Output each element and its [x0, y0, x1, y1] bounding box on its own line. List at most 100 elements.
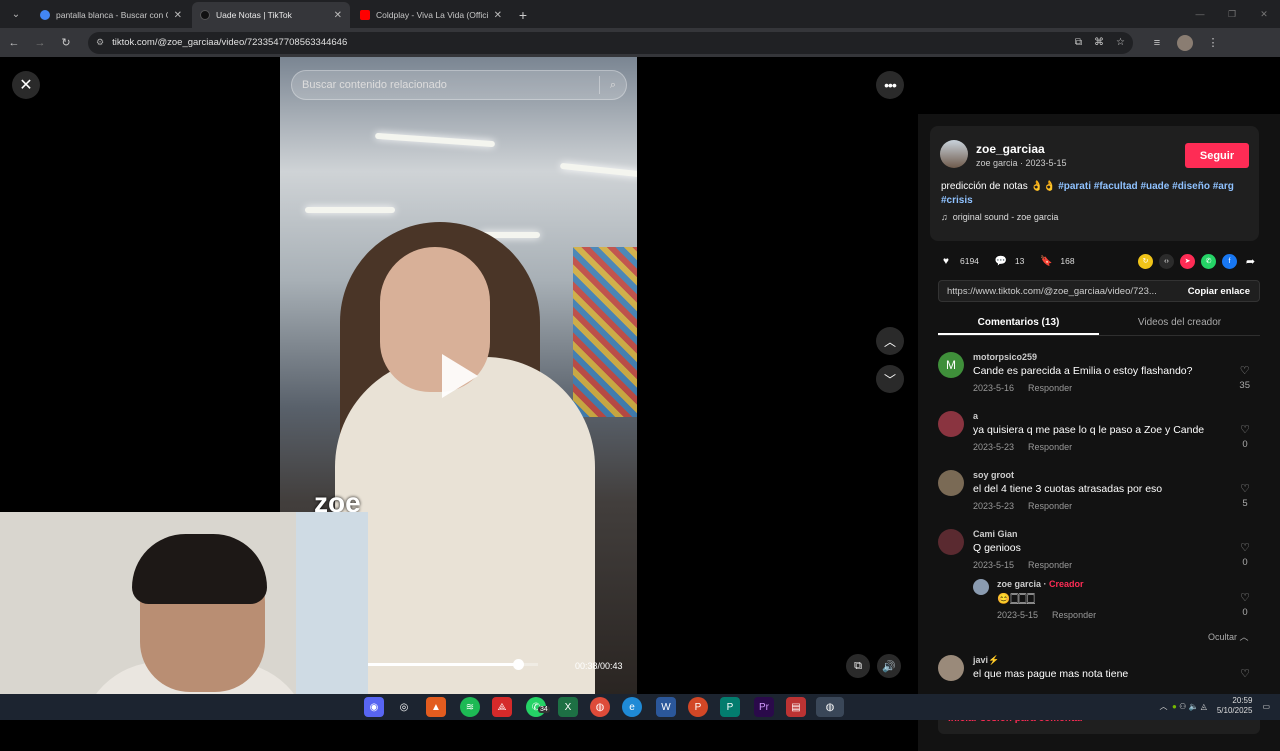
network-icon[interactable]: ⚇: [1179, 702, 1186, 711]
comment-like[interactable]: ♡ 0: [1240, 541, 1250, 568]
commenter-avatar[interactable]: M: [938, 352, 964, 378]
tab-comments[interactable]: Comentarios (13): [938, 312, 1099, 335]
previous-video-icon[interactable]: ︿: [876, 327, 904, 355]
share-arrow-icon[interactable]: ➦: [1243, 254, 1258, 269]
embed-icon[interactable]: ‹›: [1159, 253, 1174, 269]
reply-button[interactable]: Responder: [1028, 383, 1072, 393]
send-icon[interactable]: ➤: [1180, 253, 1195, 269]
copy-link-button[interactable]: Copiar enlace: [1179, 286, 1259, 297]
hashtag[interactable]: #diseño: [1172, 181, 1210, 192]
edge-icon[interactable]: e: [622, 697, 642, 717]
tab-search-icon[interactable]: ⌄: [4, 2, 28, 26]
repost-icon[interactable]: ↻: [1138, 253, 1153, 269]
more-options-icon[interactable]: •••: [876, 71, 904, 99]
bookmark-star-icon[interactable]: ☆: [1116, 37, 1125, 48]
nvidia-icon[interactable]: ●: [1172, 702, 1177, 711]
clock[interactable]: 20:59 5/10/2025: [1217, 696, 1253, 716]
acrobat-icon[interactable]: ⟁: [492, 697, 512, 717]
reply-button[interactable]: Responder: [1052, 610, 1096, 620]
commenter-name[interactable]: a: [973, 411, 978, 421]
close-icon[interactable]: ✕: [12, 71, 40, 99]
comment-like[interactable]: ♡: [1240, 667, 1250, 680]
tab-close-icon[interactable]: ✕: [334, 10, 342, 21]
restore-icon[interactable]: ❐: [1216, 0, 1248, 28]
discord-icon[interactable]: ◉: [364, 697, 384, 717]
reply-author[interactable]: zoe garcia · Creador: [997, 579, 1084, 589]
whatsapp-icon[interactable]: ✆: [1201, 253, 1216, 269]
browser-tab[interactable]: pantalla blanca - Buscar con Go ✕: [32, 2, 190, 28]
tab-close-icon[interactable]: ✕: [494, 10, 502, 21]
obs-icon[interactable]: ◎: [394, 697, 414, 717]
commenter-avatar[interactable]: [938, 655, 964, 681]
floating-player-icon[interactable]: ⧉: [846, 654, 870, 678]
app-icon[interactable]: ▤: [786, 697, 806, 717]
commenter-name[interactable]: soy groot: [973, 470, 1014, 480]
progress-handle[interactable]: [512, 659, 524, 670]
play-icon[interactable]: [442, 354, 478, 398]
commenter-avatar[interactable]: [938, 411, 964, 437]
forward-icon[interactable]: →: [28, 31, 52, 55]
chrome-icon[interactable]: ◍: [590, 697, 610, 717]
hashtag[interactable]: #arg: [1213, 181, 1234, 192]
related-search-input[interactable]: Buscar contenido relacionado ⌕: [291, 70, 627, 100]
translate-icon[interactable]: ⌘: [1094, 37, 1104, 48]
powerpoint-icon[interactable]: P: [688, 697, 708, 717]
excel-icon[interactable]: X: [558, 697, 578, 717]
hashtag[interactable]: #crisis: [941, 195, 973, 206]
install-app-icon[interactable]: ⧉: [1075, 37, 1082, 48]
hide-replies-button[interactable]: Ocultar ︿: [1208, 630, 1249, 643]
close-window-icon[interactable]: ✕: [1248, 0, 1280, 28]
facebook-icon[interactable]: f: [1222, 253, 1237, 269]
browser-tab-active[interactable]: Uade Notas | TikTok ✕: [192, 2, 350, 28]
menu-icon[interactable]: ⋮: [1201, 31, 1225, 55]
hashtag[interactable]: #parati: [1058, 181, 1091, 192]
video-progress-bar[interactable]: [368, 659, 538, 670]
commenter-avatar[interactable]: [938, 470, 964, 496]
save-action[interactable]: 🔖 168: [1038, 253, 1074, 269]
tab-close-icon[interactable]: ✕: [174, 10, 182, 21]
comment-action[interactable]: 💬 13: [993, 253, 1025, 269]
author-username[interactable]: zoe_garciaa: [976, 142, 1045, 156]
spotify-icon[interactable]: ≋: [460, 697, 480, 717]
brave-icon[interactable]: ▲: [426, 697, 446, 717]
word-icon[interactable]: W: [656, 697, 676, 717]
search-icon[interactable]: ⌕: [610, 79, 616, 92]
comment-like[interactable]: ♡ 35: [1239, 364, 1250, 391]
new-tab-button[interactable]: +: [512, 7, 534, 23]
volume-icon[interactable]: 🔊: [877, 654, 901, 678]
publisher-icon[interactable]: P: [720, 697, 740, 717]
notifications-icon[interactable]: ▭: [1262, 702, 1270, 711]
hashtag[interactable]: #uade: [1140, 181, 1169, 192]
next-video-icon[interactable]: ﹀: [876, 365, 904, 393]
reply-like[interactable]: ♡ 0: [1240, 591, 1250, 618]
site-info-icon[interactable]: ⚙: [96, 37, 104, 48]
like-action[interactable]: ♥ 6194: [938, 253, 979, 269]
back-icon[interactable]: ←: [2, 31, 26, 55]
commenter-avatar[interactable]: [938, 529, 964, 555]
hashtag[interactable]: #facultad: [1094, 181, 1138, 192]
wifi-icon[interactable]: ◬: [1201, 702, 1207, 711]
commenter-name[interactable]: Cami Gian: [973, 529, 1018, 539]
comment-like[interactable]: ♡ 0: [1240, 423, 1250, 450]
volume-tray-icon[interactable]: 🔈: [1188, 702, 1198, 711]
media-controls-icon[interactable]: ≡: [1145, 31, 1169, 55]
profile-avatar[interactable]: [1173, 31, 1197, 55]
chrome-active-icon[interactable]: ◍: [816, 697, 844, 717]
minimize-icon[interactable]: —: [1184, 0, 1216, 28]
reply-button[interactable]: Responder: [1028, 501, 1072, 511]
sound-link[interactable]: ♫ original sound - zoe garcia: [941, 212, 1058, 222]
premiere-icon[interactable]: Pr: [754, 697, 774, 717]
address-bar[interactable]: ⚙ tiktok.com/@zoe_garciaa/video/72335477…: [88, 31, 1133, 54]
share-link[interactable]: https://www.tiktok.com/@zoe_garciaa/vide…: [939, 286, 1179, 297]
creator-avatar[interactable]: [973, 579, 989, 595]
commenter-name[interactable]: javi⚡: [973, 655, 999, 666]
tab-creator-videos[interactable]: Videos del creador: [1099, 312, 1260, 335]
follow-button[interactable]: Seguir: [1185, 143, 1249, 168]
comment-like[interactable]: ♡ 5: [1240, 482, 1250, 509]
browser-tab[interactable]: Coldplay - Viva La Vida (Officia ✕: [352, 2, 510, 28]
reply-button[interactable]: Responder: [1028, 442, 1072, 452]
tray-expand-icon[interactable]: ︿: [1160, 701, 1168, 712]
author-avatar[interactable]: [940, 140, 968, 168]
reply-button[interactable]: Responder: [1028, 560, 1072, 570]
reload-icon[interactable]: ↻: [54, 31, 78, 55]
